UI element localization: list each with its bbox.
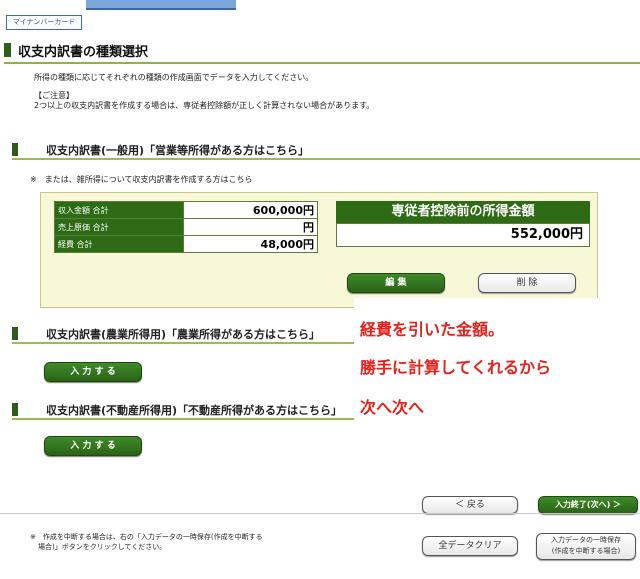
cost-of-sales-value: 円 [183,218,318,236]
section-agri-header: 収支内訳書(農業所得用)「農業所得がある方はこちら」 [12,326,354,344]
top-nav-strip [86,0,236,10]
temp-save-label-2: (作成を中断する場合) [551,547,621,555]
section-marker [12,403,18,416]
mynumber-card-link[interactable]: マイナンバーカード [6,15,82,30]
amount-table: 収入金額 合計 600,000円 売上原価 合計 円 経費 合計 48,000円 [54,201,318,253]
agri-input-button[interactable]: 入 力 す る [44,362,142,382]
footer-note-line-1: ※ 作成を中断する場合は、右の「入力データの一時保存(作成を中断する [30,533,263,541]
section-agri-title: 収支内訳書(農業所得用)「農業所得がある方はこちら」 [46,328,321,341]
clear-all-data-button[interactable]: 全データクリア [422,536,518,556]
section-realestate-header: 収支内訳書(不動産所得用)「不動産所得がある方はこちら」 [12,402,354,420]
revenue-total-label: 収入金額 合計 [54,201,184,219]
annotation-line-1: 経費を引いた金額。 [360,320,505,339]
footer-note-line-2: 場合)」ボタンをクリックしてください。 [38,543,167,551]
edit-button[interactable]: 編 集 [347,273,445,293]
annotation-line-3: 次へ次へ [360,398,425,417]
page-title-bar: 収支内訳書の種類選択 [4,40,640,64]
deduction-value: 552,000円 [336,223,590,247]
annotation-overlay: 経費を引いた金額。 勝手に計算してくれるから 次へ次へ [354,298,640,432]
table-row: 経費 合計 48,000円 [54,235,318,253]
revenue-total-value: 600,000円 [183,201,318,219]
general-summary-panel: 収入金額 合計 600,000円 売上原価 合計 円 経費 合計 48,000円… [40,192,598,308]
annotation-line-2: 勝手に計算してくれるから [360,358,552,377]
title-marker [4,43,11,57]
section-marker [12,327,18,340]
expenses-total-label: 経費 合計 [54,235,184,253]
temp-save-label-1: 入力データの一時保存 [551,536,621,544]
page-title: 収支内訳書の種類選択 [18,45,149,60]
section-realestate-title: 収支内訳書(不動産所得用)「不動産所得がある方はこちら」 [46,404,343,417]
expenses-total-value: 48,000円 [183,235,318,253]
delete-button[interactable]: 削 除 [478,273,576,293]
deduction-label: 専従者控除前の所得金額 [336,201,590,223]
section-marker [12,143,18,156]
footer-divider [0,513,640,514]
instruction-text: 所得の種類に応じてそれぞれの種類の作成画面でデータを入力してください。 [34,73,314,82]
cost-of-sales-label: 売上原価 合計 [54,218,184,236]
realestate-input-button[interactable]: 入 力 す る [44,436,142,456]
notice-text: 2つ以上の収支内訳書を作成する場合は、専従者控除額が正しく計算されない場合があり… [34,101,375,110]
back-button[interactable]: ＜ 戻る [422,496,518,514]
section-general-title: 収支内訳書(一般用)「営業等所得がある方はこちら」 [46,144,310,157]
deduction-box: 専従者控除前の所得金額 552,000円 [336,201,590,249]
table-row: 収入金額 合計 600,000円 [54,201,318,219]
misc-income-note: ※ または、雑所得について収支内訳書を作成する方はこちら [30,175,253,184]
table-row: 売上原価 合計 円 [54,218,318,236]
next-button[interactable]: 入力終了(次へ) ＞ [538,496,638,514]
section-general-header: 収支内訳書(一般用)「営業等所得がある方はこちら」 [12,142,640,160]
temp-save-button[interactable]: 入力データの一時保存 (作成を中断する場合) [536,533,636,560]
